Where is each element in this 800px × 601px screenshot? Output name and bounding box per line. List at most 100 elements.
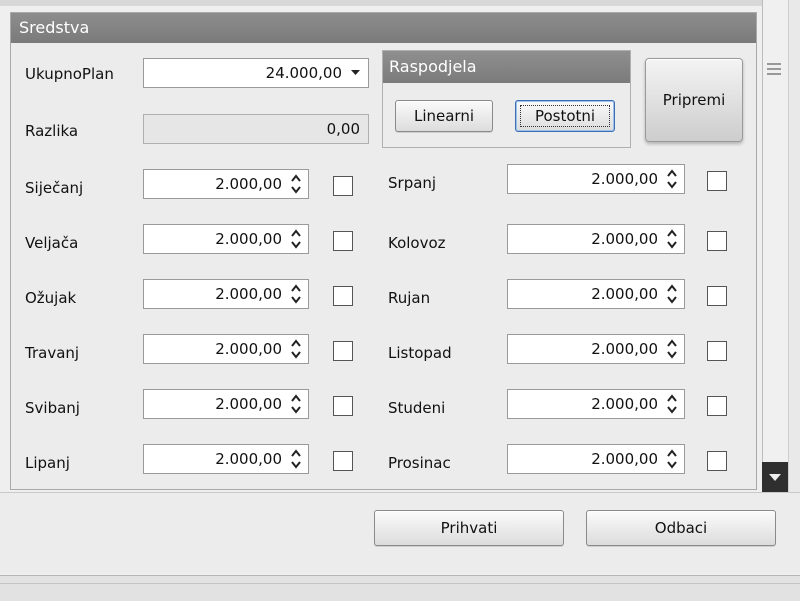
outer-scrollbar[interactable]	[788, 0, 800, 492]
month-checkbox[interactable]	[333, 451, 353, 471]
spin-down-icon[interactable]	[666, 460, 678, 469]
month-label: Srpanj	[388, 174, 437, 192]
spinner[interactable]	[290, 284, 302, 304]
month-checkbox[interactable]	[333, 231, 353, 251]
spin-up-icon[interactable]	[666, 394, 678, 403]
percent-button[interactable]: Postotni	[515, 100, 615, 132]
month-label: Rujan	[388, 289, 431, 307]
top-edge	[0, 0, 762, 6]
month-input[interactable]: 2.000,00	[143, 334, 309, 364]
spinner[interactable]	[290, 339, 302, 359]
prepare-button[interactable]: Pripremi	[645, 58, 743, 142]
spinner[interactable]	[290, 449, 302, 469]
spinner[interactable]	[290, 394, 302, 414]
month-value: 2.000,00	[591, 170, 658, 188]
month-checkbox[interactable]	[707, 396, 727, 416]
razlika-label: Razlika	[25, 122, 79, 140]
scroll-down-button[interactable]	[762, 462, 788, 492]
month-label: Kolovoz	[388, 234, 446, 252]
month-input[interactable]: 2.000,00	[507, 334, 685, 364]
month-checkbox[interactable]	[707, 231, 727, 251]
spin-up-icon[interactable]	[666, 169, 678, 178]
linear-button[interactable]: Linearni	[395, 100, 493, 132]
month-value: 2.000,00	[215, 340, 282, 358]
plan-dropdown[interactable]: 24.000,00	[143, 58, 369, 88]
accept-button[interactable]: Prihvati	[374, 510, 564, 546]
plan-label: UkupnoPlan	[25, 65, 114, 83]
spin-up-icon[interactable]	[290, 174, 302, 183]
month-checkbox[interactable]	[333, 396, 353, 416]
spin-down-icon[interactable]	[666, 295, 678, 304]
spin-up-icon[interactable]	[666, 339, 678, 348]
spinner[interactable]	[290, 174, 302, 194]
month-value: 2.000,00	[215, 175, 282, 193]
month-input[interactable]: 2.000,00	[143, 444, 309, 474]
arrow-down-icon	[769, 474, 781, 481]
month-input[interactable]: 2.000,00	[143, 389, 309, 419]
spinner[interactable]	[666, 394, 678, 414]
month-label: Listopad	[388, 344, 452, 362]
month-value: 2.000,00	[215, 395, 282, 413]
spin-up-icon[interactable]	[290, 449, 302, 458]
spin-down-icon[interactable]	[290, 295, 302, 304]
spinner[interactable]	[666, 339, 678, 359]
spin-down-icon[interactable]	[666, 405, 678, 414]
month-label: Siječanj	[25, 179, 84, 197]
month-checkbox[interactable]	[707, 286, 727, 306]
spinner[interactable]	[666, 229, 678, 249]
month-input[interactable]: 2.000,00	[507, 164, 685, 194]
month-input[interactable]: 2.000,00	[507, 444, 685, 474]
month-value: 2.000,00	[591, 395, 658, 413]
spin-up-icon[interactable]	[290, 394, 302, 403]
spin-up-icon[interactable]	[666, 229, 678, 238]
spin-up-icon[interactable]	[290, 339, 302, 348]
month-checkbox[interactable]	[333, 341, 353, 361]
spinner[interactable]	[290, 229, 302, 249]
spin-down-icon[interactable]	[666, 180, 678, 189]
spin-up-icon[interactable]	[666, 449, 678, 458]
spin-up-icon[interactable]	[666, 284, 678, 293]
spinner[interactable]	[666, 449, 678, 469]
month-input[interactable]: 2.000,00	[143, 169, 309, 199]
month-label: Studeni	[388, 399, 446, 417]
month-checkbox[interactable]	[333, 286, 353, 306]
razlika-field: 0,00	[143, 114, 369, 144]
group-title: Sredstva	[11, 13, 756, 43]
month-label: Travanj	[25, 344, 80, 362]
month-input[interactable]: 2.000,00	[143, 279, 309, 309]
month-checkbox[interactable]	[333, 176, 353, 196]
month-value: 2.000,00	[215, 230, 282, 248]
month-checkbox[interactable]	[707, 341, 727, 361]
spinner[interactable]	[666, 284, 678, 304]
spin-down-icon[interactable]	[290, 460, 302, 469]
month-input[interactable]: 2.000,00	[143, 224, 309, 254]
raspodjela-group: Raspodjela	[382, 50, 631, 148]
razlika-value: 0,00	[326, 120, 360, 138]
month-value: 2.000,00	[591, 340, 658, 358]
spinner[interactable]	[666, 169, 678, 189]
spin-up-icon[interactable]	[290, 229, 302, 238]
reject-button[interactable]: Odbaci	[586, 510, 776, 546]
spin-down-icon[interactable]	[290, 185, 302, 194]
budget-dialog: Sredstva UkupnoPlan 24.000,00 Razlika 0,…	[0, 0, 800, 601]
month-value: 2.000,00	[215, 285, 282, 303]
spin-up-icon[interactable]	[290, 284, 302, 293]
month-checkbox[interactable]	[707, 171, 727, 191]
bottom-divider	[0, 583, 800, 584]
month-input[interactable]: 2.000,00	[507, 224, 685, 254]
spin-down-icon[interactable]	[290, 350, 302, 359]
month-value: 2.000,00	[591, 230, 658, 248]
month-label: Prosinac	[388, 454, 451, 472]
spin-down-icon[interactable]	[290, 240, 302, 249]
spin-down-icon[interactable]	[666, 240, 678, 249]
month-input[interactable]: 2.000,00	[507, 279, 685, 309]
month-label: Veljača	[25, 234, 79, 252]
month-input[interactable]: 2.000,00	[507, 389, 685, 419]
chevron-down-icon[interactable]	[351, 70, 360, 76]
month-label: Ožujak	[25, 289, 77, 307]
spin-down-icon[interactable]	[290, 405, 302, 414]
plan-value: 24.000,00	[265, 64, 342, 82]
grip-icon[interactable]	[767, 63, 781, 75]
month-checkbox[interactable]	[707, 451, 727, 471]
spin-down-icon[interactable]	[666, 350, 678, 359]
